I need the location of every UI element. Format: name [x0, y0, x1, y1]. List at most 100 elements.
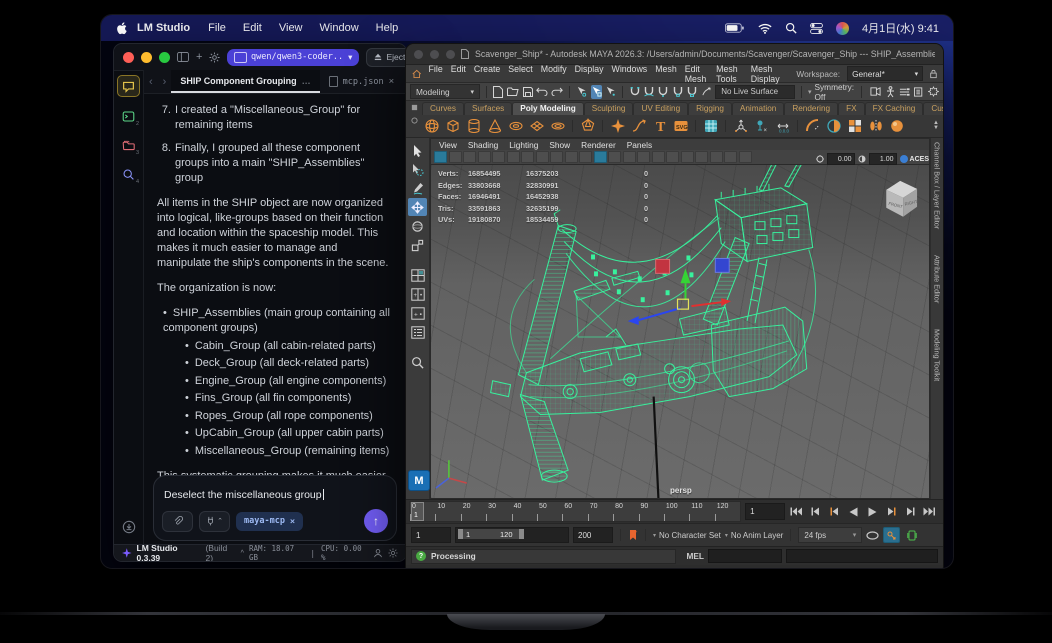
zoom-window-button[interactable]: [446, 49, 455, 59]
super-shape-icon[interactable]: [608, 117, 627, 136]
new-chat-button[interactable]: +: [196, 49, 202, 65]
menubar-menu-item[interactable]: Help: [376, 22, 399, 34]
output-connections-icon[interactable]: [913, 85, 924, 99]
resolution-gate-icon[interactable]: [695, 151, 708, 163]
go-to-end-button[interactable]: [922, 505, 936, 518]
select-by-hierarchy-icon[interactable]: [576, 85, 587, 99]
settings-gear-icon[interactable]: [209, 49, 220, 65]
poly-cylinder-icon[interactable]: [464, 117, 483, 136]
timeline-tick[interactable]: 30: [486, 502, 511, 521]
command-result[interactable]: [786, 549, 938, 563]
undo-icon[interactable]: [536, 85, 548, 99]
image-plane-icon[interactable]: [477, 151, 491, 163]
snap-to-view-plane-icon[interactable]: [686, 85, 697, 99]
step-forward-frame-button[interactable]: [903, 505, 917, 518]
wifi-icon[interactable]: [758, 23, 772, 34]
shelf-tab[interactable]: Surfaces: [463, 102, 513, 115]
timeline-tick[interactable]: 90: [638, 502, 664, 521]
sidebar-item-chat[interactable]: [117, 75, 140, 97]
collapse-icon[interactable]: ^: [241, 550, 244, 557]
lasso-tool-icon[interactable]: [408, 160, 427, 178]
animation-prefs-icon[interactable]: [904, 528, 919, 542]
poly-disc-icon[interactable]: [548, 117, 567, 136]
zoom-window-button[interactable]: [159, 51, 170, 63]
viewport-menu-item[interactable]: Panels: [627, 140, 652, 150]
curve-warp-icon[interactable]: [629, 117, 648, 136]
command-language-label[interactable]: MEL: [686, 551, 704, 561]
shelf-tab[interactable]: Rendering: [784, 102, 839, 115]
viewport-menu-item[interactable]: Lighting: [509, 140, 538, 150]
open-scene-icon[interactable]: [507, 85, 519, 99]
select-by-object-icon[interactable]: [590, 84, 602, 99]
shelf-tab[interactable]: UV Editing: [633, 102, 689, 115]
platonic-solid-icon[interactable]: [578, 117, 597, 136]
spotlight-icon[interactable]: [785, 22, 797, 34]
minimize-window-button[interactable]: [141, 51, 152, 63]
snap-to-grid-icon[interactable]: [629, 85, 640, 99]
anim-layer-dropdown[interactable]: ▾ No Anim Layer: [725, 531, 783, 540]
color-management-badge[interactable]: ACES: [899, 155, 929, 163]
xray-icon[interactable]: [738, 151, 752, 163]
animation-end-field[interactable]: 200: [573, 527, 613, 543]
sidebar-vertical-tab[interactable]: Modeling Toolkit: [933, 329, 942, 381]
sidebar-item-discover[interactable]: 4: [118, 164, 139, 185]
mcp-server-pill[interactable]: maya-mcp ×: [236, 511, 303, 531]
timeline-tick[interactable]: 40: [511, 502, 537, 521]
remove-mcp-icon[interactable]: ×: [290, 516, 295, 526]
maya-menu-item[interactable]: Windows: [612, 64, 648, 84]
character-set-dropdown[interactable]: ▾ No Character Set: [653, 531, 721, 540]
viewport-menu-item[interactable]: Show: [549, 140, 570, 150]
minimize-window-button[interactable]: [430, 49, 439, 59]
mirror-icon[interactable]: [824, 117, 843, 136]
viewport-menu-item[interactable]: Renderer: [581, 140, 616, 150]
timeline-tick[interactable]: 120: [714, 502, 740, 521]
single-pane-layout-icon[interactable]: + •: [408, 304, 427, 322]
snapshot-icon[interactable]: [521, 151, 534, 163]
shelf-tab[interactable]: Poly Modeling: [512, 102, 584, 115]
construction-plane-icon[interactable]: [731, 117, 750, 136]
measure-distance-icon[interactable]: 0.0.0: [773, 117, 792, 136]
maya-menu-item[interactable]: Create: [474, 64, 500, 84]
anti-aliasing-icon[interactable]: [637, 151, 650, 163]
new-scene-icon[interactable]: [493, 85, 504, 99]
downloads-icon[interactable]: [118, 517, 139, 537]
menubar-menu-item[interactable]: Window: [320, 22, 359, 34]
timeline-tick[interactable]: 0: [410, 502, 435, 521]
camera-bookmarks-icon[interactable]: [463, 151, 476, 163]
composer[interactable]: Deselect the miscellaneous group ⌃ maya-…: [153, 475, 397, 541]
nav-forward-icon[interactable]: ›: [158, 76, 172, 88]
shelf-scroll-arrows[interactable]: ▲ ▼: [933, 120, 941, 131]
current-frame-field[interactable]: 1: [745, 503, 785, 520]
tab-ship-component-grouping[interactable]: SHIP Component Grouping …: [171, 70, 320, 93]
sidebar-vertical-tab[interactable]: Channel Box / Layer Editor: [933, 142, 942, 229]
shadows-icon[interactable]: [593, 151, 607, 163]
close-window-button[interactable]: [414, 49, 423, 59]
maya-menu-item[interactable]: File: [429, 64, 443, 84]
select-tool-icon[interactable]: [408, 141, 427, 159]
arc-tool-icon[interactable]: [803, 117, 822, 136]
symmetry-dropdown[interactable]: Symmetry: Off: [814, 82, 854, 102]
step-back-key-button[interactable]: [827, 505, 841, 518]
maya-menu-item[interactable]: Modify: [541, 64, 567, 84]
shelf-tab[interactable]: FX Caching: [864, 102, 924, 115]
toggle-sidebar-icon[interactable]: [177, 49, 189, 65]
select-by-component-icon[interactable]: [605, 85, 616, 99]
four-view-layout-icon[interactable]: [408, 266, 427, 284]
isolate-select-icon[interactable]: [666, 151, 679, 163]
timeline-tick[interactable]: 100: [663, 502, 689, 521]
exposure-field[interactable]: 0.00: [826, 153, 855, 165]
gear-icon[interactable]: [388, 548, 398, 558]
maya-menu-item[interactable]: Mesh: [655, 64, 677, 84]
maya-menu-item[interactable]: Mesh Display: [751, 64, 783, 84]
poly-plane-icon[interactable]: [527, 117, 546, 136]
redo-icon[interactable]: [551, 85, 564, 99]
use-default-material-icon[interactable]: [579, 151, 592, 163]
tab-menu-icon[interactable]: …: [302, 76, 311, 86]
range-start-handle[interactable]: [458, 529, 463, 539]
wireframe-icon[interactable]: [535, 151, 549, 163]
lock-camera-icon[interactable]: [448, 151, 462, 163]
poly-text-icon[interactable]: T: [650, 117, 669, 136]
eject-model-button[interactable]: Eject: [366, 47, 406, 67]
poly-sphere-icon[interactable]: [422, 117, 441, 136]
rotate-tool-icon[interactable]: [408, 217, 427, 235]
